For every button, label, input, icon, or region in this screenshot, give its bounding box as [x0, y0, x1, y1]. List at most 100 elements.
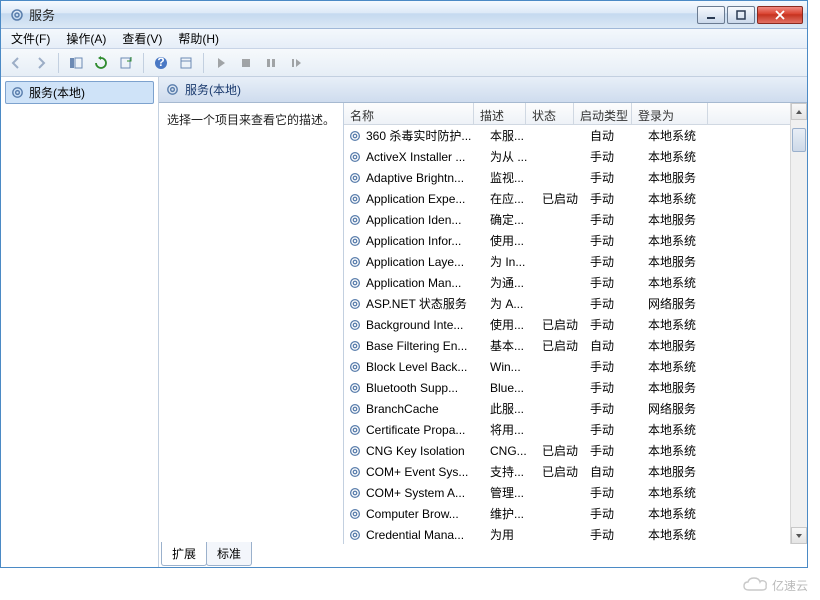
cell-logon: 本地服务 — [648, 463, 724, 480]
scroll-down-button[interactable] — [791, 527, 807, 544]
titlebar[interactable]: 服务 — [1, 1, 807, 29]
cell-logon: 本地系统 — [648, 358, 724, 375]
cell-name: Computer Brow... — [366, 507, 490, 521]
gear-icon — [348, 381, 362, 395]
nav-services-local[interactable]: 服务(本地) — [5, 81, 154, 104]
service-row[interactable]: COM+ System A...管理...手动本地系统 — [344, 482, 807, 503]
cell-startup: 手动 — [590, 505, 648, 522]
description-column: 选择一个项目来查看它的描述。 — [159, 103, 343, 544]
cell-logon: 本地系统 — [648, 316, 724, 333]
client-area: 服务(本地) 服务(本地) 选择一个项目来查看它的描述。 名称 描述 状态 启动… — [1, 77, 807, 567]
restart-service-button[interactable] — [285, 52, 307, 74]
tab-extended[interactable]: 扩展 — [161, 542, 207, 566]
minimize-button[interactable] — [697, 6, 725, 24]
scroll-thumb[interactable] — [792, 128, 806, 152]
service-row[interactable]: Computer Brow...维护...手动本地系统 — [344, 503, 807, 524]
service-row[interactable]: Block Level Back...Win...手动本地系统 — [344, 356, 807, 377]
cell-startup: 手动 — [590, 442, 648, 459]
cell-startup: 手动 — [590, 274, 648, 291]
service-row[interactable]: Adaptive Brightn...监视...手动本地服务 — [344, 167, 807, 188]
close-button[interactable] — [757, 6, 803, 24]
show-hide-tree-button[interactable] — [65, 52, 87, 74]
cell-logon: 本地系统 — [648, 505, 724, 522]
service-row[interactable]: Background Inte...使用...已启动手动本地系统 — [344, 314, 807, 335]
cell-name: Application Laye... — [366, 255, 490, 269]
service-row[interactable]: Application Expe...在应...已启动手动本地系统 — [344, 188, 807, 209]
tab-standard[interactable]: 标准 — [206, 542, 252, 566]
service-row[interactable]: Credential Mana...为用手动本地系统 — [344, 524, 807, 544]
cell-name: Background Inte... — [366, 318, 490, 332]
pause-service-button[interactable] — [260, 52, 282, 74]
toolbar: ? — [1, 49, 807, 77]
cell-startup: 自动 — [590, 463, 648, 480]
vertical-scrollbar[interactable] — [790, 103, 807, 544]
help-button[interactable]: ? — [150, 52, 172, 74]
export-button[interactable] — [115, 52, 137, 74]
col-header-description[interactable]: 描述 — [474, 103, 526, 124]
properties-button[interactable] — [175, 52, 197, 74]
cell-logon: 本地系统 — [648, 274, 724, 291]
cell-description: 此服... — [490, 400, 542, 417]
description-prompt: 选择一个项目来查看它的描述。 — [167, 111, 335, 128]
window-title: 服务 — [29, 5, 695, 24]
back-button[interactable] — [5, 52, 27, 74]
gear-icon — [10, 85, 25, 100]
cell-startup: 手动 — [590, 232, 648, 249]
cell-name: Certificate Propa... — [366, 423, 490, 437]
menu-view[interactable]: 查看(V) — [116, 28, 168, 49]
service-row[interactable]: Application Laye...为 In...手动本地服务 — [344, 251, 807, 272]
menu-file[interactable]: 文件(F) — [5, 28, 56, 49]
cell-startup: 手动 — [590, 253, 648, 270]
service-row[interactable]: BranchCache此服...手动网络服务 — [344, 398, 807, 419]
cell-startup: 手动 — [590, 148, 648, 165]
gear-icon — [348, 192, 362, 206]
cell-description: 为从 ... — [490, 148, 542, 165]
services-list: 名称 描述 状态 启动类型 登录为 360 杀毒实时防护...本服...自动本地… — [343, 103, 807, 544]
menu-help[interactable]: 帮助(H) — [172, 28, 225, 49]
refresh-button[interactable] — [90, 52, 112, 74]
col-header-startup[interactable]: 启动类型 — [574, 103, 632, 124]
cell-name: Application Infor... — [366, 234, 490, 248]
service-row[interactable]: Application Infor...使用...手动本地系统 — [344, 230, 807, 251]
cell-name: Bluetooth Supp... — [366, 381, 490, 395]
service-row[interactable]: Application Man...为通...手动本地系统 — [344, 272, 807, 293]
service-row[interactable]: 360 杀毒实时防护...本服...自动本地系统 — [344, 125, 807, 146]
col-header-logon[interactable]: 登录为 — [632, 103, 708, 124]
service-row[interactable]: COM+ Event Sys...支持...已启动自动本地服务 — [344, 461, 807, 482]
cell-logon: 网络服务 — [648, 295, 724, 312]
service-row[interactable]: CNG Key IsolationCNG...已启动手动本地系统 — [344, 440, 807, 461]
gear-icon — [348, 255, 362, 269]
service-row[interactable]: ActiveX Installer ...为从 ...手动本地系统 — [344, 146, 807, 167]
cell-name: ActiveX Installer ... — [366, 150, 490, 164]
scroll-up-button[interactable] — [791, 103, 807, 120]
gear-icon — [348, 528, 362, 542]
start-service-button[interactable] — [210, 52, 232, 74]
cell-description: 监视... — [490, 169, 542, 186]
main-pane: 服务(本地) 选择一个项目来查看它的描述。 名称 描述 状态 启动类型 登录为 … — [159, 77, 807, 567]
cell-status: 已启动 — [542, 337, 590, 354]
cell-name: ASP.NET 状态服务 — [366, 295, 490, 312]
stop-service-button[interactable] — [235, 52, 257, 74]
menu-action[interactable]: 操作(A) — [60, 28, 112, 49]
maximize-button[interactable] — [727, 6, 755, 24]
service-row[interactable]: ASP.NET 状态服务为 A...手动网络服务 — [344, 293, 807, 314]
service-row[interactable]: Base Filtering En...基本...已启动自动本地服务 — [344, 335, 807, 356]
cell-description: 管理... — [490, 484, 542, 501]
cell-logon: 本地服务 — [648, 169, 724, 186]
cell-description: 使用... — [490, 232, 542, 249]
forward-button[interactable] — [30, 52, 52, 74]
gear-icon — [348, 318, 362, 332]
service-row[interactable]: Certificate Propa...将用...手动本地系统 — [344, 419, 807, 440]
gear-icon — [348, 150, 362, 164]
column-headers: 名称 描述 状态 启动类型 登录为 — [344, 103, 807, 125]
toolbar-separator — [58, 53, 59, 73]
cell-name: Credential Mana... — [366, 528, 490, 542]
cell-description: 确定... — [490, 211, 542, 228]
service-row[interactable]: Application Iden...确定...手动本地服务 — [344, 209, 807, 230]
menubar: 文件(F) 操作(A) 查看(V) 帮助(H) — [1, 29, 807, 49]
service-row[interactable]: Bluetooth Supp...Blue...手动本地服务 — [344, 377, 807, 398]
col-header-name[interactable]: 名称 — [344, 103, 474, 124]
gear-icon — [348, 486, 362, 500]
scroll-track[interactable] — [791, 120, 807, 527]
col-header-status[interactable]: 状态 — [526, 103, 574, 124]
